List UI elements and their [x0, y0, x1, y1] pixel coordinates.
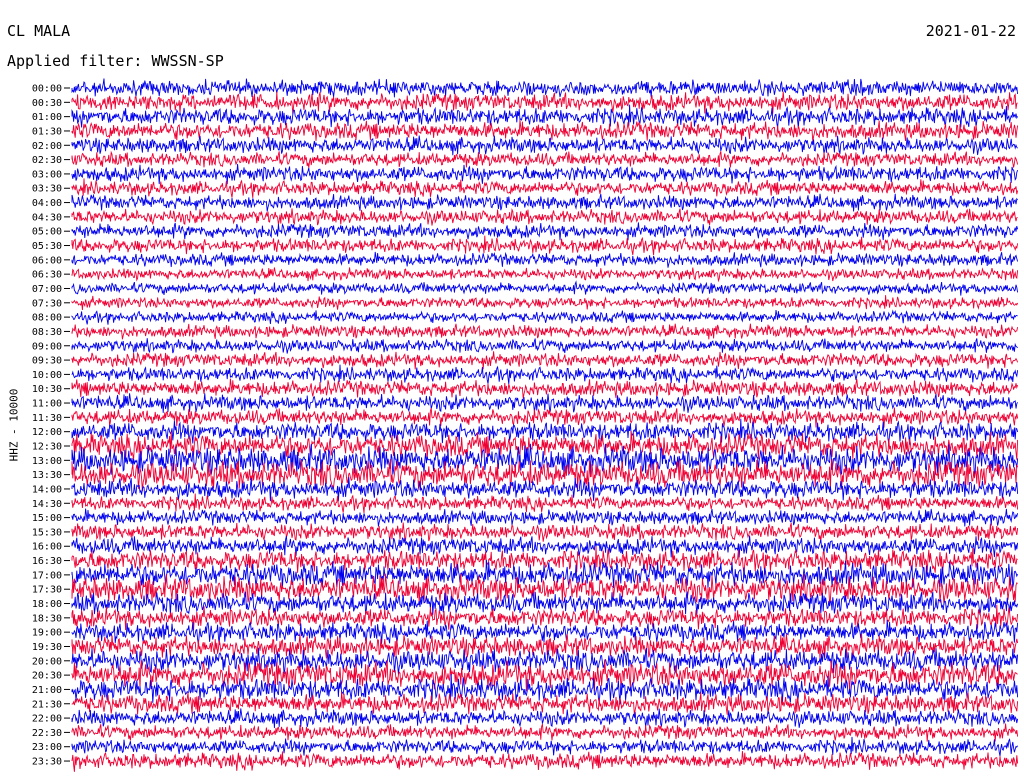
time-label: 15:00 — [32, 513, 62, 524]
time-label: 22:30 — [32, 728, 62, 739]
traces — [71, 78, 1019, 772]
trace-row — [71, 751, 1019, 772]
trace-row — [71, 178, 1019, 198]
trace-row — [71, 393, 1018, 413]
trace-row — [71, 295, 1019, 311]
trace-row — [71, 280, 1019, 296]
time-label: 12:30 — [32, 442, 62, 453]
trace-row — [71, 119, 1019, 142]
trace-row — [71, 364, 1019, 385]
trace-row — [71, 323, 1019, 340]
time-label: 18:00 — [32, 599, 62, 610]
time-label: 05:30 — [32, 241, 62, 252]
trace-row — [71, 222, 1019, 241]
time-label: 13:30 — [32, 470, 62, 481]
time-label: 03:30 — [32, 184, 62, 195]
time-label: 11:30 — [32, 413, 62, 424]
trace-row — [71, 135, 1018, 156]
time-label: 01:00 — [32, 112, 62, 123]
time-label: 14:30 — [32, 499, 62, 510]
helicorder-plot: 00:00 00:30 01:00 01:30 02:00 02:30 03:00 03:30… — [32, 78, 1019, 772]
trace-row — [71, 235, 1019, 256]
trace-row — [71, 78, 1019, 98]
trace-row — [71, 418, 1019, 445]
time-label: 20:00 — [32, 656, 62, 667]
time-label: 18:30 — [32, 613, 62, 624]
trace-row — [71, 659, 1018, 692]
time-label: 00:30 — [32, 98, 62, 109]
time-label: 16:00 — [32, 542, 62, 553]
time-label: 09:00 — [32, 341, 62, 352]
time-label: 09:30 — [32, 356, 62, 367]
trace-row — [71, 522, 1019, 542]
time-label: 08:00 — [32, 313, 62, 324]
time-label: 08:30 — [32, 327, 62, 338]
time-label: 19:30 — [32, 642, 62, 653]
time-label: 04:30 — [32, 212, 62, 223]
time-label: 02:30 — [32, 155, 62, 166]
time-label: 07:00 — [32, 284, 62, 295]
time-label: 22:00 — [32, 714, 62, 725]
time-label: 05:00 — [32, 227, 62, 238]
trace-row — [71, 309, 1018, 325]
trace-row — [71, 207, 1018, 226]
trace-row — [71, 535, 1019, 558]
time-label: 20:30 — [32, 671, 62, 682]
trace-row — [71, 351, 1019, 370]
trace-row — [71, 150, 1019, 168]
time-label: 11:00 — [32, 399, 62, 410]
time-label: 06:00 — [32, 255, 62, 266]
time-label: 04:00 — [32, 198, 62, 209]
trace-row — [71, 104, 1018, 129]
time-label: 03:00 — [32, 169, 62, 180]
time-label: 07:30 — [32, 298, 62, 309]
time-label: 23:30 — [32, 757, 62, 768]
time-label: 01:30 — [32, 126, 62, 137]
time-label: 23:00 — [32, 742, 62, 753]
time-label: 02:00 — [32, 141, 62, 152]
trace-row — [71, 378, 1019, 399]
trace-row — [71, 493, 1019, 514]
time-label: 13:00 — [32, 456, 62, 467]
time-label: 16:30 — [32, 556, 62, 567]
time-label: 10:00 — [32, 370, 62, 381]
trace-row — [71, 251, 1019, 268]
time-labels: 00:00 00:30 01:00 01:30 02:00 02:30 03:00 03:30… — [32, 84, 70, 768]
time-label: 14:00 — [32, 484, 62, 495]
trace-row — [71, 164, 1019, 185]
trace-row — [71, 508, 1019, 527]
time-label: 17:00 — [32, 570, 62, 581]
time-label: 15:30 — [32, 527, 62, 538]
trace-row — [71, 708, 1019, 729]
time-label: 21:00 — [32, 685, 62, 696]
time-label: 06:30 — [32, 270, 62, 281]
trace-row — [71, 407, 1019, 428]
trace-row — [71, 620, 1019, 646]
trace-row — [71, 267, 1019, 283]
time-label: 17:30 — [32, 585, 62, 596]
time-label: 00:00 — [32, 84, 62, 95]
trace-row — [71, 736, 1018, 757]
trace-row — [71, 337, 1018, 354]
trace-row — [71, 723, 1019, 742]
time-label: 12:00 — [32, 427, 62, 438]
time-label: 10:30 — [32, 384, 62, 395]
time-label: 19:00 — [32, 628, 62, 639]
trace-row — [71, 193, 1018, 212]
time-label: 21:30 — [32, 699, 62, 710]
